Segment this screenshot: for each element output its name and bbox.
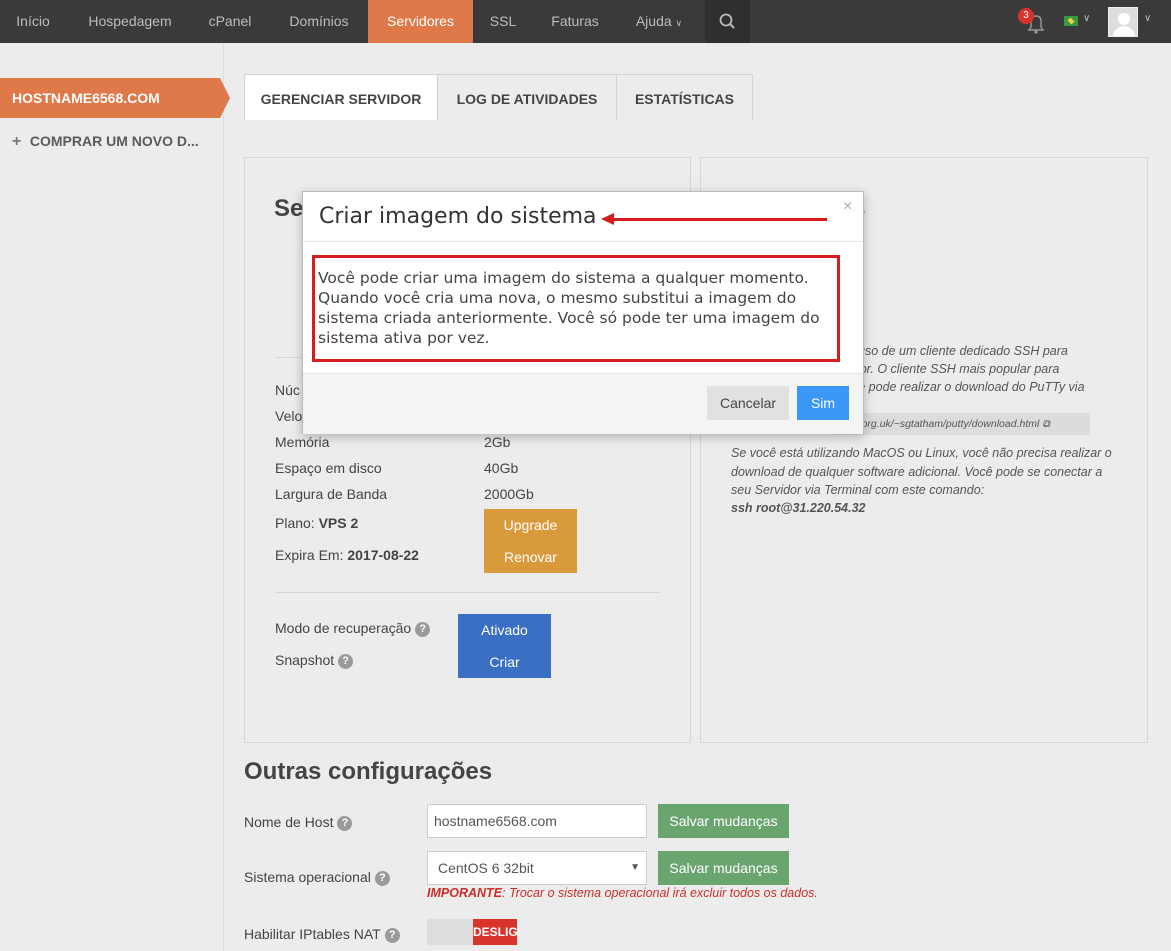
- nav-servidores[interactable]: Servidores: [368, 0, 473, 43]
- nav-ssl[interactable]: SSL: [478, 0, 528, 43]
- notification-badge: 3: [1018, 8, 1034, 24]
- ssh-text-line: uso de um cliente dedicado SSH para: [858, 344, 1068, 358]
- recovery-mode-button[interactable]: Ativado: [458, 614, 551, 646]
- putty-link-text: nd.org.uk/~sgtatham/putty/download.html: [847, 418, 1040, 430]
- os-warning: IMPORANTE: Trocar o sistema operacional …: [427, 886, 818, 900]
- ssh-text-line: idor. O cliente SSH mais popular para: [850, 362, 1060, 376]
- create-image-dialog: Criar imagem do sistema × Você pode cria…: [302, 191, 864, 434]
- ssh-text-line: seu Servidor via Terminal com este coman…: [731, 483, 985, 497]
- snapshot-label: Snapshot: [275, 652, 335, 668]
- confirm-button[interactable]: Sim: [797, 386, 849, 420]
- save-hostname-button[interactable]: Salvar mudanças: [658, 804, 789, 838]
- spec-value: 2Gb: [484, 434, 511, 450]
- plan-row: Plano: VPS 2: [275, 515, 358, 531]
- os-select-value: CentOS 6 32bit: [438, 860, 534, 876]
- spec-value: 40Gb: [484, 460, 519, 476]
- help-icon[interactable]: ?: [384, 928, 400, 943]
- help-icon[interactable]: ?: [338, 654, 354, 669]
- annotation-arrow-line: [612, 218, 827, 221]
- dialog-title: Criar imagem do sistema: [319, 204, 597, 229]
- spec-label: Velo: [275, 408, 303, 424]
- renew-button[interactable]: Renovar: [484, 541, 577, 573]
- buy-new-label: COMPRAR UM NOVO D...: [29, 133, 199, 149]
- divider: [303, 241, 863, 242]
- plan-label: Plano:: [275, 515, 315, 531]
- expires-row: Expira Em: 2017-08-22: [275, 547, 419, 563]
- server-panel-title: Se: [274, 195, 304, 222]
- spec-value: 2000Gb: [484, 486, 534, 502]
- divider: [275, 357, 305, 358]
- nav-hospedagem[interactable]: Hospedagem: [70, 0, 190, 43]
- spec-label: Memória: [275, 434, 330, 450]
- notifications-button[interactable]: 3: [1018, 8, 1048, 36]
- recovery-row: Modo de recuperação?: [275, 620, 431, 637]
- toggle-off-label: DESLIG: [473, 919, 517, 945]
- search-button[interactable]: [705, 0, 750, 43]
- sidebar-item-hostname[interactable]: HOSTNAME6568.COM: [0, 78, 230, 118]
- iptables-toggle[interactable]: DESLIG: [427, 919, 517, 945]
- ssh-command: ssh root@31.220.54.32: [731, 501, 866, 515]
- top-navbar: Início Hospedagem cPanel Domínios Servid…: [0, 0, 1171, 43]
- tab-log-atividades[interactable]: LOG DE ATIVIDADES: [437, 74, 617, 120]
- nav-ajuda-label: Ajuda: [635, 13, 672, 29]
- hostname-input[interactable]: hostname6568.com: [427, 804, 647, 838]
- iptables-label: Habilitar IPtables NAT: [244, 926, 381, 942]
- ssh-text-line: download de qualquer software adicional.…: [731, 465, 1103, 479]
- sidebar: HOSTNAME6568.COM + COMPRAR UM NOVO D...: [0, 43, 230, 951]
- upgrade-button[interactable]: Upgrade: [484, 509, 577, 541]
- language-flag-icon[interactable]: [1064, 16, 1078, 26]
- search-icon: [719, 13, 735, 29]
- help-icon[interactable]: ?: [415, 622, 431, 637]
- spec-label: Espaço em disco: [275, 460, 382, 476]
- hostname-label: Nome de Host: [244, 814, 334, 830]
- nav-faturas[interactable]: Faturas: [538, 0, 612, 43]
- nav-inicio[interactable]: Início: [0, 0, 66, 43]
- snapshot-row: Snapshot?: [275, 652, 354, 669]
- warning-bold: IMPORANTE: [427, 886, 502, 900]
- expires-label: Expira Em:: [275, 547, 344, 563]
- save-os-button[interactable]: Salvar mudanças: [658, 851, 789, 885]
- recovery-label: Modo de recuperação: [275, 620, 412, 636]
- ssh-text-line: cê pode realizar o download do PuTTy via: [852, 380, 1085, 394]
- divider: [275, 592, 660, 593]
- plan-value: VPS 2: [318, 515, 359, 531]
- help-icon[interactable]: ?: [374, 871, 390, 886]
- tab-estatisticas[interactable]: ESTATÍSTICAS: [616, 74, 753, 120]
- expires-value: 2017-08-22: [347, 547, 419, 563]
- dialog-footer: Cancelar Sim: [303, 373, 863, 434]
- caret-down-icon: ▼: [630, 862, 640, 873]
- cancel-button[interactable]: Cancelar: [707, 386, 789, 420]
- ssh-text-line: Se você está utilizando MacOS ou Linux, …: [731, 446, 1112, 460]
- chevron-down-icon: ∨: [1144, 13, 1152, 24]
- snapshot-create-button[interactable]: Criar: [458, 646, 551, 678]
- help-icon[interactable]: ?: [337, 816, 353, 831]
- os-label: Sistema operacional: [244, 869, 371, 885]
- nav-cpanel[interactable]: cPanel: [194, 0, 266, 43]
- chevron-down-icon: ∨: [675, 18, 683, 28]
- nav-ajuda[interactable]: Ajuda ∨: [626, 0, 692, 43]
- spec-label: Núc: [275, 382, 300, 398]
- plus-icon: +: [12, 133, 22, 150]
- close-icon[interactable]: ×: [843, 198, 852, 216]
- os-row-label: Sistema operacional?: [244, 869, 390, 886]
- iptables-row-label: Habilitar IPtables NAT?: [244, 926, 400, 943]
- nav-dominios[interactable]: Domínios: [272, 0, 366, 43]
- spec-label: Largura de Banda: [275, 486, 388, 502]
- other-settings-title: Outras configurações: [244, 758, 493, 785]
- putty-download-link[interactable]: nd.org.uk/~sgtatham/putty/download.html …: [832, 413, 1090, 435]
- external-link-icon: ⧉: [1042, 418, 1050, 430]
- chevron-down-icon: ∨: [1083, 13, 1091, 24]
- dialog-body: Você pode criar uma imagem do sistema a …: [318, 269, 820, 347]
- warning-text: : Trocar o sistema operacional irá exclu…: [502, 886, 818, 900]
- hostname-row-label: Nome de Host?: [244, 814, 353, 831]
- avatar[interactable]: [1108, 7, 1138, 37]
- os-select[interactable]: CentOS 6 32bit ▼: [427, 851, 647, 885]
- sidebar-item-buy-new[interactable]: + COMPRAR UM NOVO D...: [12, 131, 199, 151]
- tab-gerenciar-servidor[interactable]: GERENCIAR SERVIDOR: [244, 74, 438, 120]
- annotation-arrow-head-icon: [601, 213, 614, 225]
